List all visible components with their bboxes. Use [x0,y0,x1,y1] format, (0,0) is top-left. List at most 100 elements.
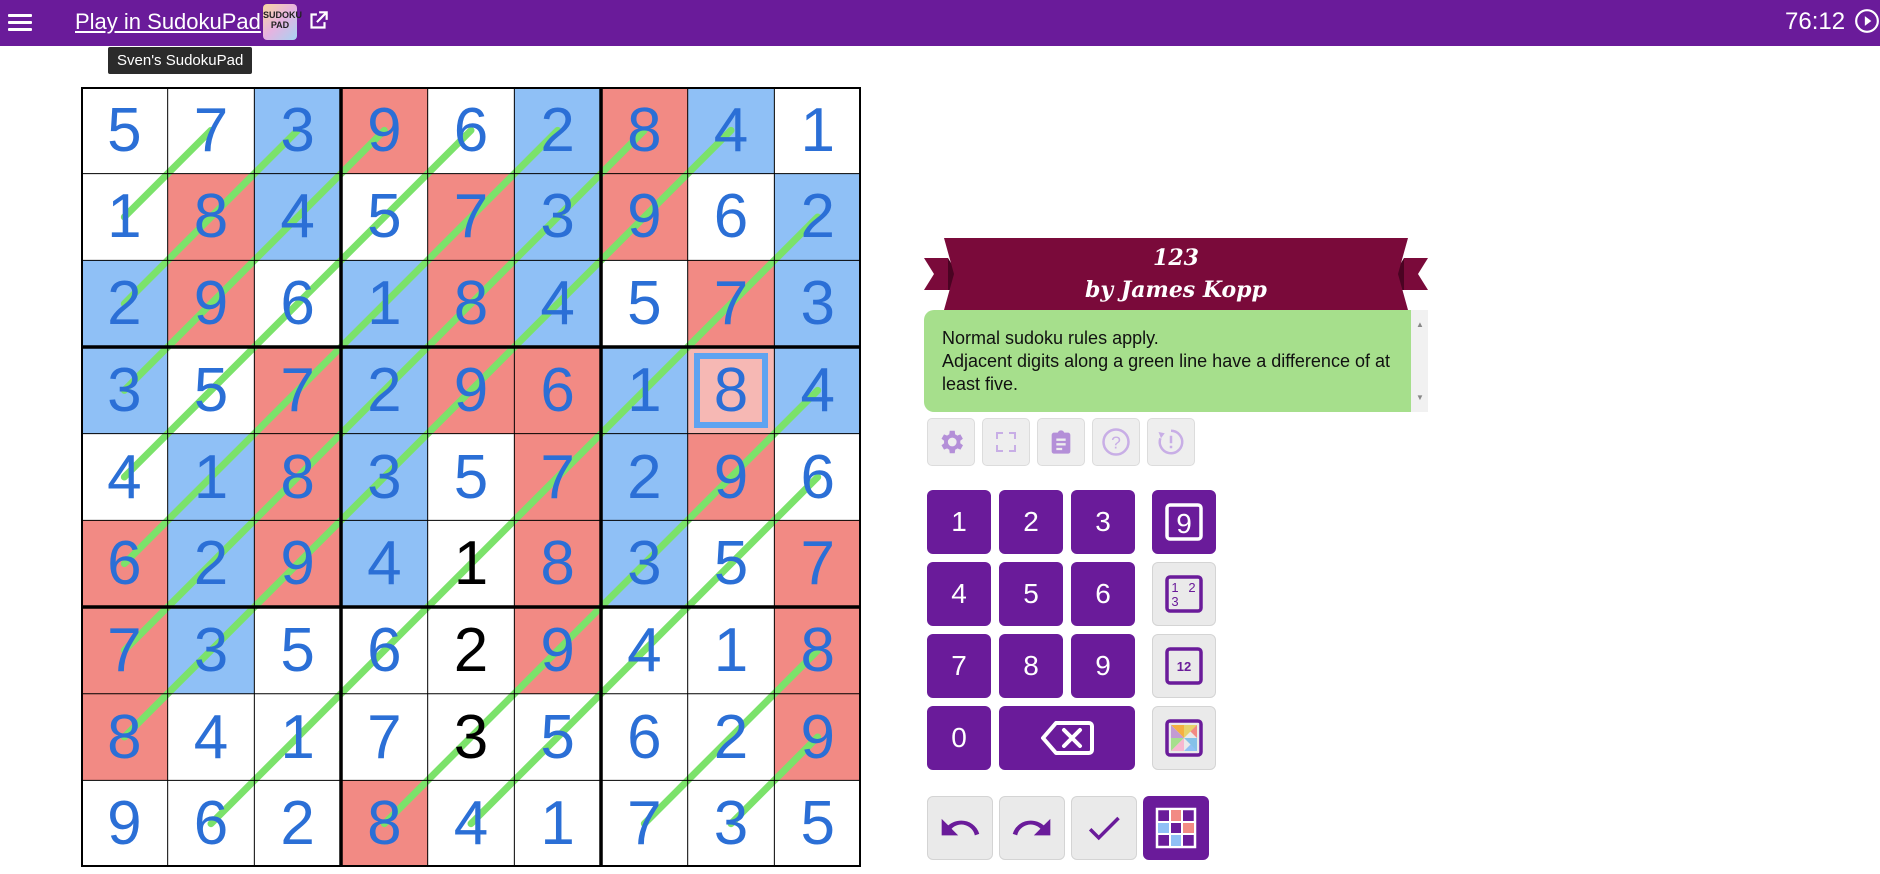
grid-cell-r3c3[interactable]: 6 [254,260,341,347]
hamburger-menu-icon[interactable] [8,11,32,33]
grid-cell-r7c7[interactable]: 4 [601,607,688,694]
grid-cell-r2c5[interactable]: 7 [427,173,515,261]
grid-cell-r2c7[interactable]: 9 [601,173,688,261]
grid-cell-r3c8[interactable]: 7 [687,260,775,347]
grid-cell-r6c4[interactable]: 4 [341,520,428,607]
digit-key-9[interactable]: 9 [1071,634,1135,698]
redo-button[interactable] [999,796,1065,860]
grid-cell-r3c4[interactable]: 1 [341,260,428,347]
grid-cell-r4c9[interactable]: 4 [774,347,862,434]
grid-cell-r5c1[interactable]: 4 [81,433,168,521]
grid-cell-r6c7[interactable]: 3 [601,520,688,607]
grid-cell-r8c9[interactable]: 9 [774,693,862,781]
grid-cell-r9c6[interactable]: 1 [514,780,601,868]
grid-cell-r9c8[interactable]: 3 [687,780,775,868]
grid-cell-r4c7[interactable]: 1 [601,347,688,434]
digit-key-7[interactable]: 7 [927,634,991,698]
digit-key-0[interactable]: 0 [927,706,991,770]
grid-cell-r3c6[interactable]: 4 [514,260,601,347]
grid-cell-r5c4[interactable]: 3 [341,433,428,521]
grid-cell-r5c8[interactable]: 9 [687,433,775,521]
grid-cell-r2c6[interactable]: 3 [514,173,601,261]
grid-cell-r6c8[interactable]: 5 [687,520,775,607]
digit-key-8[interactable]: 8 [999,634,1063,698]
grid-cell-r8c7[interactable]: 6 [601,693,688,781]
grid-cell-r2c3[interactable]: 4 [254,173,341,261]
grid-cell-r1c3[interactable]: 3 [254,87,341,174]
grid-cell-r9c1[interactable]: 9 [81,780,168,868]
grid-cell-r8c3[interactable]: 1 [254,693,341,781]
grid-toggle-button[interactable] [1143,796,1209,860]
sudoku-grid[interactable]: 5739628411845739622961845733572961844183… [81,87,862,868]
grid-cell-r8c1[interactable]: 8 [81,693,168,781]
grid-cell-r6c2[interactable]: 2 [167,520,255,607]
colour-mode-button[interactable] [1152,706,1216,770]
grid-cell-r7c3[interactable]: 5 [254,607,341,694]
grid-cell-r9c7[interactable]: 7 [601,780,688,868]
grid-cell-r5c7[interactable]: 2 [601,433,688,521]
grid-cell-r7c5[interactable]: 2 [427,607,515,694]
grid-cell-r7c6[interactable]: 9 [514,607,601,694]
grid-cell-r4c3[interactable]: 7 [254,347,341,434]
grid-cell-r8c5[interactable]: 3 [427,693,515,781]
grid-cell-r8c4[interactable]: 7 [341,693,428,781]
grid-cell-r9c2[interactable]: 6 [167,780,255,868]
grid-cell-r2c9[interactable]: 2 [774,173,862,261]
grid-cell-r7c8[interactable]: 1 [687,607,775,694]
rules-scrollbar[interactable]: ▲ ▼ [1411,310,1428,412]
grid-cell-r4c4[interactable]: 2 [341,347,428,434]
grid-cell-r6c3[interactable]: 9 [254,520,341,607]
scroll-down-icon[interactable]: ▼ [1416,386,1424,409]
digit-key-6[interactable]: 6 [1071,562,1135,626]
grid-cell-r6c6[interactable]: 8 [514,520,601,607]
grid-cell-r3c7[interactable]: 5 [601,260,688,347]
centre-mode-button[interactable]: 12 [1152,634,1216,698]
normal-mode-button[interactable]: 9 [1152,490,1216,554]
delete-key[interactable] [999,706,1135,770]
grid-cell-r2c8[interactable]: 6 [687,173,775,261]
grid-cell-r7c1[interactable]: 7 [81,607,168,694]
help-button[interactable]: ? [1092,418,1140,466]
external-link-icon[interactable] [305,8,331,34]
grid-cell-r5c6[interactable]: 7 [514,433,601,521]
grid-cell-r9c4[interactable]: 8 [341,780,428,868]
sudokupad-logo[interactable]: SUDOKU PAD [263,4,302,40]
rules-button[interactable] [1037,418,1085,466]
undo-button[interactable] [927,796,993,860]
grid-cell-r1c7[interactable]: 8 [601,87,688,174]
grid-cell-r2c4[interactable]: 5 [341,173,428,261]
grid-cell-r9c3[interactable]: 2 [254,780,341,868]
grid-cell-r8c6[interactable]: 5 [514,693,601,781]
play-in-sudokupad-link[interactable]: Play in SudokuPad [75,9,261,35]
grid-cell-r1c8[interactable]: 4 [687,87,775,174]
grid-cell-r5c3[interactable]: 8 [254,433,341,521]
grid-cell-r3c5[interactable]: 8 [427,260,515,347]
grid-cell-r1c1[interactable]: 5 [81,87,168,174]
grid-cell-r1c5[interactable]: 6 [427,87,515,174]
settings-button[interactable] [927,418,975,466]
grid-cell-r8c8[interactable]: 2 [687,693,775,781]
digit-key-2[interactable]: 2 [999,490,1063,554]
digit-key-1[interactable]: 1 [927,490,991,554]
restart-button[interactable] [1147,418,1195,466]
grid-cell-r3c9[interactable]: 3 [774,260,862,347]
digit-key-3[interactable]: 3 [1071,490,1135,554]
grid-cell-r7c2[interactable]: 3 [167,607,255,694]
play-pause-icon[interactable] [1854,8,1880,34]
grid-cell-r4c5[interactable]: 9 [427,347,515,434]
digit-key-4[interactable]: 4 [927,562,991,626]
grid-cell-r7c9[interactable]: 8 [774,607,862,694]
grid-cell-r4c6[interactable]: 6 [514,347,601,434]
grid-cell-r1c2[interactable]: 7 [167,87,255,174]
scroll-up-icon[interactable]: ▲ [1416,313,1424,336]
grid-cell-r6c9[interactable]: 7 [774,520,862,607]
grid-cell-r5c9[interactable]: 6 [774,433,862,521]
grid-cell-r5c5[interactable]: 5 [427,433,515,521]
grid-cell-r1c6[interactable]: 2 [514,87,601,174]
grid-cell-r3c2[interactable]: 9 [167,260,255,347]
grid-cell-r5c2[interactable]: 1 [167,433,255,521]
grid-cell-r1c9[interactable]: 1 [774,87,862,174]
grid-cell-r2c1[interactable]: 1 [81,173,168,261]
grid-cell-r4c2[interactable]: 5 [167,347,255,434]
grid-cell-r9c9[interactable]: 5 [774,780,862,868]
